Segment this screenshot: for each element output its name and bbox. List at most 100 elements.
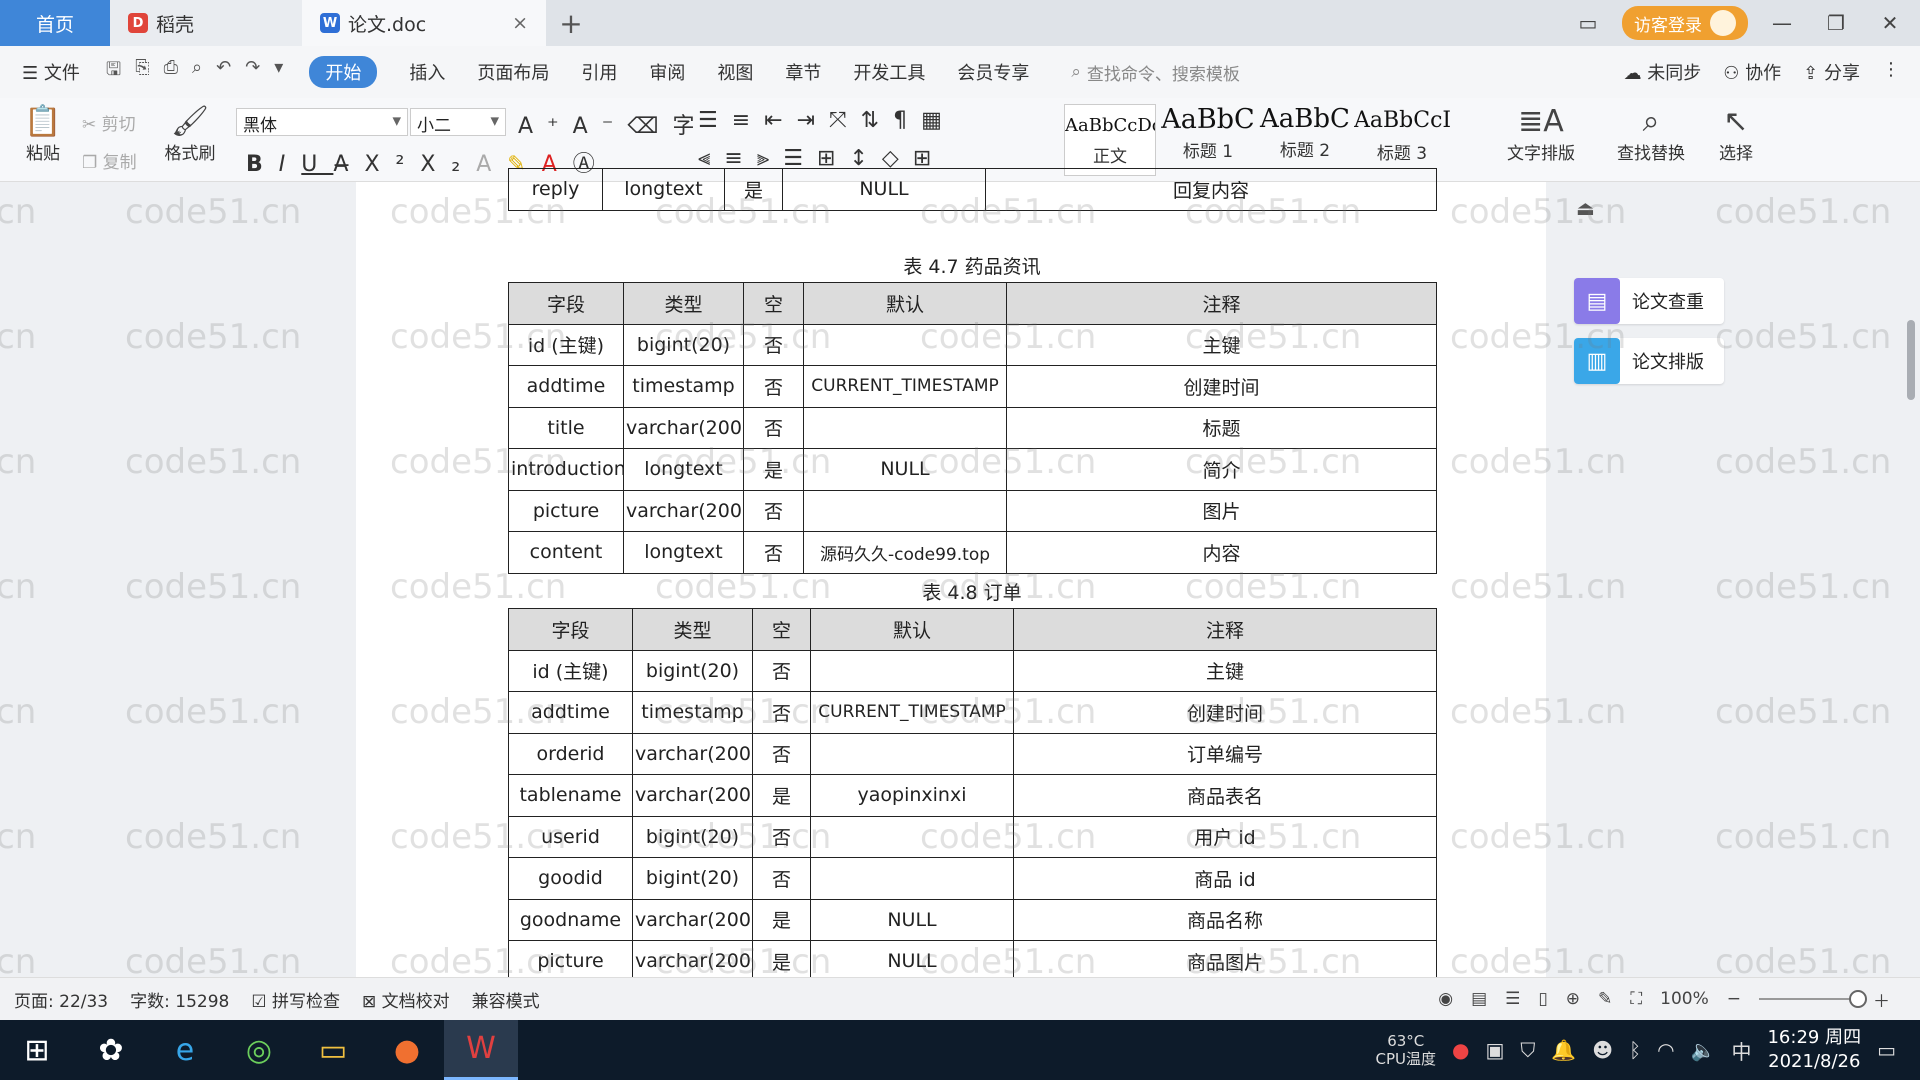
file-explorer-icon[interactable]: ▭ bbox=[296, 1020, 370, 1080]
file-menu[interactable]: ☰ 文件 bbox=[22, 59, 80, 85]
table-line-icon[interactable]: ▦ bbox=[921, 108, 956, 133]
bullet-list-icon[interactable]: ☰ bbox=[698, 108, 732, 133]
fit-page-icon[interactable]: ⛶ bbox=[1630, 989, 1642, 1009]
menu-home[interactable]: 开始 bbox=[309, 56, 378, 88]
minimize-icon[interactable]: — bbox=[1762, 11, 1802, 35]
copy-button[interactable]: ❐ 复制 bbox=[82, 148, 137, 173]
page-indicator[interactable]: 页面: 22/33 bbox=[14, 987, 108, 1012]
command-search[interactable]: ⌕ 查找命令、搜索模板 bbox=[1071, 60, 1240, 85]
print-icon[interactable]: ⎙ bbox=[164, 57, 178, 87]
cut-button[interactable]: ✂ 剪切 bbox=[82, 110, 136, 135]
text-effect-icon[interactable]: A bbox=[476, 152, 507, 177]
menu-developer[interactable]: 开发工具 bbox=[853, 59, 925, 85]
grow-font-icon[interactable]: A⁺ bbox=[518, 114, 573, 139]
clock[interactable]: 16:29 周四 2021/8/26 bbox=[1767, 1026, 1861, 1074]
eye-protect-icon[interactable]: ◉ bbox=[1438, 989, 1453, 1009]
style-normal[interactable]: AaBbCcDc 正文 bbox=[1064, 104, 1156, 176]
zoom-out-icon[interactable]: − bbox=[1727, 989, 1741, 1009]
text-direction-icon[interactable]: ⤧ bbox=[829, 108, 861, 133]
game-app-icon[interactable]: ● bbox=[370, 1020, 444, 1080]
overflow-icon[interactable]: ⋮ bbox=[1882, 59, 1900, 85]
menu-page-layout[interactable]: 页面布局 bbox=[477, 59, 549, 85]
style-heading-2[interactable]: AaBbC 标题 2 bbox=[1258, 104, 1352, 161]
windows-start-icon[interactable]: ⊞ bbox=[0, 1020, 74, 1080]
fan-app-icon[interactable]: ✿ bbox=[74, 1020, 148, 1080]
menu-chapter[interactable]: 章节 bbox=[785, 59, 821, 85]
qq-icon[interactable]: ☻ bbox=[1592, 1038, 1613, 1062]
superscript-icon[interactable]: X² bbox=[364, 152, 420, 177]
style-heading-1[interactable]: AaBbC 标题 1 bbox=[1160, 104, 1256, 162]
tab-home[interactable]: 首页 bbox=[0, 0, 110, 46]
volume-icon[interactable]: 🔈 bbox=[1691, 1038, 1716, 1062]
subscript-icon[interactable]: X₂ bbox=[420, 152, 476, 177]
outline-view-icon[interactable]: ☰ bbox=[1505, 989, 1520, 1009]
zoom-slider[interactable] bbox=[1759, 990, 1867, 1008]
shield-icon[interactable]: ⛉ bbox=[1520, 1038, 1535, 1062]
style-heading-3[interactable]: AaBbCcI 标题 3 bbox=[1354, 104, 1450, 164]
tab-close-icon[interactable]: × bbox=[512, 12, 528, 34]
save-icon[interactable]: 🖫 bbox=[106, 57, 121, 87]
bell-icon[interactable]: 🔔 bbox=[1551, 1038, 1576, 1062]
sort-icon[interactable]: ⇅ bbox=[861, 108, 893, 133]
thesis-layout-button[interactable]: ▥ 论文排版 bbox=[1574, 338, 1724, 384]
format-painter-button[interactable]: 🖌 格式刷 bbox=[160, 104, 220, 164]
new-tab-button[interactable]: + bbox=[546, 0, 596, 46]
select-button[interactable]: ↖ 选择 bbox=[1708, 104, 1764, 164]
zoom-level[interactable]: 100% bbox=[1660, 989, 1709, 1009]
decrease-indent-icon[interactable]: ⇤ bbox=[764, 108, 796, 133]
shrink-font-icon[interactable]: A⁻ bbox=[573, 114, 628, 139]
login-button[interactable]: 访客登录 bbox=[1622, 6, 1748, 40]
preview-icon[interactable]: ⌕ bbox=[192, 57, 202, 87]
italic-icon[interactable]: I bbox=[279, 152, 302, 177]
underline-icon[interactable]: U bbox=[301, 152, 333, 177]
export-icon[interactable]: ⎘ bbox=[135, 57, 149, 87]
clear-format-icon[interactable]: ⌫ bbox=[627, 114, 672, 139]
collapse-panel-icon[interactable]: ⏏ bbox=[1576, 196, 1595, 220]
tab-daoke[interactable]: D 稻壳 bbox=[110, 0, 302, 46]
zoom-in-icon[interactable]: ＋ bbox=[1873, 987, 1890, 1012]
font-name-select[interactable]: 黑体 ▾ bbox=[236, 108, 408, 136]
web-view-icon[interactable]: ⊕ bbox=[1566, 989, 1580, 1009]
reading-view-icon[interactable]: ▯ bbox=[1538, 989, 1547, 1009]
ie-browser-icon[interactable]: e bbox=[148, 1020, 222, 1080]
redo-icon[interactable]: ↷ bbox=[245, 57, 260, 87]
browser-360-icon[interactable]: ◎ bbox=[222, 1020, 296, 1080]
strikethrough-icon[interactable]: A̶ bbox=[333, 152, 364, 177]
menu-member[interactable]: 会员专享 bbox=[957, 59, 1029, 85]
menu-insert[interactable]: 插入 bbox=[409, 59, 445, 85]
notification-icon[interactable]: ▭ bbox=[1877, 1038, 1896, 1062]
collab-button[interactable]: ⚇ 协作 bbox=[1723, 59, 1781, 85]
more-icon[interactable]: ▾ bbox=[274, 57, 283, 87]
network-app-icon[interactable]: ▣ bbox=[1485, 1038, 1504, 1062]
paste-button[interactable]: 📋 粘贴 bbox=[16, 104, 70, 164]
menu-view[interactable]: 视图 bbox=[717, 59, 753, 85]
layout-icon[interactable]: ▭ bbox=[1568, 11, 1608, 35]
wifi-icon[interactable]: ◠ bbox=[1657, 1038, 1674, 1062]
security-icon[interactable]: ● bbox=[1452, 1038, 1469, 1062]
find-replace-button[interactable]: ⌕ 查找替换 bbox=[1606, 104, 1696, 164]
show-marks-icon[interactable]: ¶ bbox=[893, 108, 921, 133]
write-mode-icon[interactable]: ✎ bbox=[1598, 989, 1612, 1009]
page-view-icon[interactable]: ▤ bbox=[1471, 989, 1487, 1009]
restore-icon[interactable]: ❐ bbox=[1816, 11, 1856, 35]
document-page[interactable]: reply longtext 是 NULL 回复内容 表 4.7 药品资讯 字段… bbox=[356, 168, 1546, 983]
text-layout-button[interactable]: ≣A 文字排版 bbox=[1496, 104, 1586, 164]
proofread-button[interactable]: ⊠ 文档校对 bbox=[362, 987, 450, 1012]
vertical-scrollbar[interactable] bbox=[1906, 230, 1916, 810]
menu-references[interactable]: 引用 bbox=[581, 59, 617, 85]
bold-icon[interactable]: B bbox=[246, 152, 279, 177]
sync-button[interactable]: ☁ 未同步 bbox=[1624, 59, 1702, 85]
input-language[interactable]: 中 bbox=[1731, 1036, 1751, 1065]
undo-icon[interactable]: ↶ bbox=[216, 57, 231, 87]
wps-taskbar-icon[interactable]: W bbox=[444, 1020, 518, 1080]
cpu-temp-widget[interactable]: 63°C CPU温度 bbox=[1376, 1032, 1437, 1068]
zoom-slider-handle[interactable] bbox=[1849, 990, 1867, 1008]
share-button[interactable]: ⇪ 分享 bbox=[1803, 59, 1860, 85]
bluetooth-icon[interactable]: ᛒ bbox=[1629, 1038, 1641, 1062]
numbered-list-icon[interactable]: ≡ bbox=[732, 108, 764, 133]
tab-document[interactable]: W 论文.doc × bbox=[302, 0, 546, 46]
scrollbar-thumb[interactable] bbox=[1907, 320, 1915, 400]
word-count[interactable]: 字数: 15298 bbox=[130, 987, 229, 1012]
font-size-select[interactable]: 小二 ▾ bbox=[410, 108, 506, 136]
thesis-check-button[interactable]: ▤ 论文查重 bbox=[1574, 278, 1724, 324]
